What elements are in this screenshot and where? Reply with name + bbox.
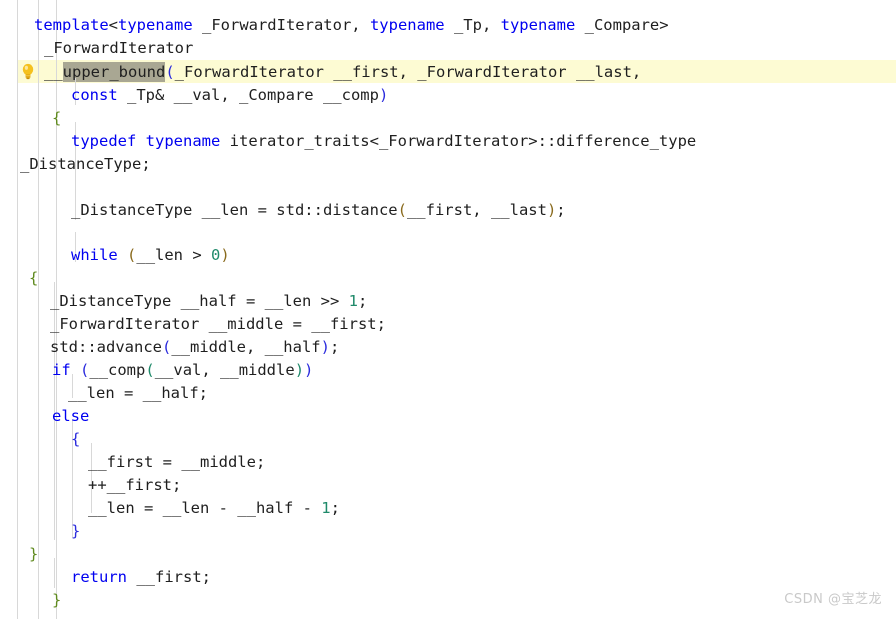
code-token: ( (165, 63, 175, 81)
code-token: __middle, __half (171, 338, 321, 356)
code-token: ; (330, 499, 340, 517)
code-token: } (52, 591, 62, 609)
code-line[interactable]: ++__first; (0, 474, 896, 497)
code-line[interactable]: _DistanceType; (0, 153, 896, 176)
code-line[interactable]: template<typename _ForwardIterator, type… (0, 14, 896, 37)
code-token: typename (369, 16, 445, 34)
code-line[interactable]: if (__comp(__val, __middle)) (0, 359, 896, 382)
code-line[interactable]: __len = __half; (0, 382, 896, 405)
code-token: _DistanceType __len = std::distance (71, 201, 398, 219)
code-token: typename (500, 16, 576, 34)
code-token: ) (304, 361, 314, 379)
code-token: std::advance (50, 338, 162, 356)
code-token: ( (145, 361, 155, 379)
code-token: return (71, 568, 127, 586)
code-token: < (108, 16, 118, 34)
code-token: } (29, 545, 39, 563)
code-line[interactable]: __len = __len - __half - 1; (0, 497, 896, 520)
code-token: __first, __last (406, 201, 547, 219)
code-line[interactable]: typedef typename iterator_traits<_Forwar… (0, 130, 896, 153)
code-token: ( (127, 246, 137, 264)
code-token: ; (556, 201, 566, 219)
code-line[interactable]: const _Tp& __val, _Compare __comp) (0, 84, 896, 107)
code-token: ) (378, 86, 389, 104)
code-token: ) (220, 246, 230, 264)
code-token: typename (118, 16, 193, 34)
code-token: { (52, 109, 62, 127)
code-token: _Compare> (575, 16, 669, 34)
code-token: __first = __middle; (88, 453, 266, 471)
code-token: ) (320, 338, 330, 356)
code-token: { (29, 269, 39, 287)
code-token: typename (145, 132, 221, 150)
code-line[interactable]: return __first; (0, 566, 896, 589)
code-token: ( (397, 201, 407, 219)
code-line[interactable]: else (0, 405, 896, 428)
code-line[interactable]: { (0, 428, 896, 451)
code-token: { (71, 430, 81, 448)
code-line[interactable]: } (0, 520, 896, 543)
code-line[interactable]: _ForwardIterator (0, 37, 896, 60)
code-line[interactable] (0, 221, 896, 244)
code-line[interactable]: { (0, 107, 896, 130)
code-token: __len = __len - __half - (88, 499, 322, 517)
code-token: _ForwardIterator (44, 39, 194, 57)
code-token: 0 (211, 246, 221, 264)
code-token: 1 (348, 292, 358, 310)
code-token: iterator_traits<_ForwardIterator>::diffe… (220, 132, 697, 150)
code-token: 1 (321, 499, 331, 517)
code-line[interactable]: _DistanceType __len = std::distance(__fi… (0, 199, 896, 222)
code-line[interactable]: __first = __middle; (0, 451, 896, 474)
code-token: _DistanceType __half = __len >> (50, 292, 349, 310)
code-token: _DistanceType; (20, 155, 151, 173)
code-token: _ForwardIterator __middle = __first; (50, 315, 386, 333)
code-token: ) (294, 361, 305, 379)
code-line[interactable]: { (0, 267, 896, 290)
code-line[interactable]: __upper_bound(_ForwardIterator __first, … (0, 61, 896, 84)
code-token: _Tp& __val, _Compare __comp (117, 86, 379, 104)
code-line[interactable]: _DistanceType __half = __len >> 1; (0, 290, 896, 313)
csdn-watermark: CSDN @宝芝龙 (784, 592, 882, 607)
code-token: ) (546, 201, 557, 219)
code-token: template (34, 16, 109, 34)
code-token: const (71, 86, 118, 104)
code-token: _Tp, (444, 16, 501, 34)
code-token: __comp (89, 361, 146, 379)
code-line[interactable] (0, 176, 896, 199)
code-token: __upper_bound (44, 63, 166, 81)
code-token: ( (80, 361, 90, 379)
code-token: } (71, 522, 81, 540)
code-token: ( (161, 338, 172, 356)
code-token: _ForwardIterator __first, _ForwardIterat… (174, 63, 642, 81)
code-token: else (52, 407, 90, 425)
code-token: ; (329, 338, 340, 356)
code-token: __len > (136, 246, 212, 264)
code-token: if (52, 361, 71, 379)
code-line[interactable]: while (__len > 0) (0, 244, 896, 267)
code-token: typedef (71, 132, 137, 150)
code-line[interactable]: std::advance(__middle, __half); (0, 336, 896, 359)
code-token: ; (357, 292, 368, 310)
code-token: __first; (127, 568, 211, 586)
code-editor[interactable]: template<typename _ForwardIterator, type… (0, 0, 896, 619)
code-token: _ForwardIterator, (192, 16, 370, 34)
code-token: while (71, 246, 118, 264)
code-token: ++__first; (88, 476, 182, 494)
code-token: __val, __middle (154, 361, 295, 379)
code-line[interactable]: } (0, 589, 896, 612)
code-line[interactable]: _ForwardIterator __middle = __first; (0, 313, 896, 336)
code-line[interactable]: } (0, 543, 896, 566)
code-token: __len = __half; (68, 384, 208, 402)
